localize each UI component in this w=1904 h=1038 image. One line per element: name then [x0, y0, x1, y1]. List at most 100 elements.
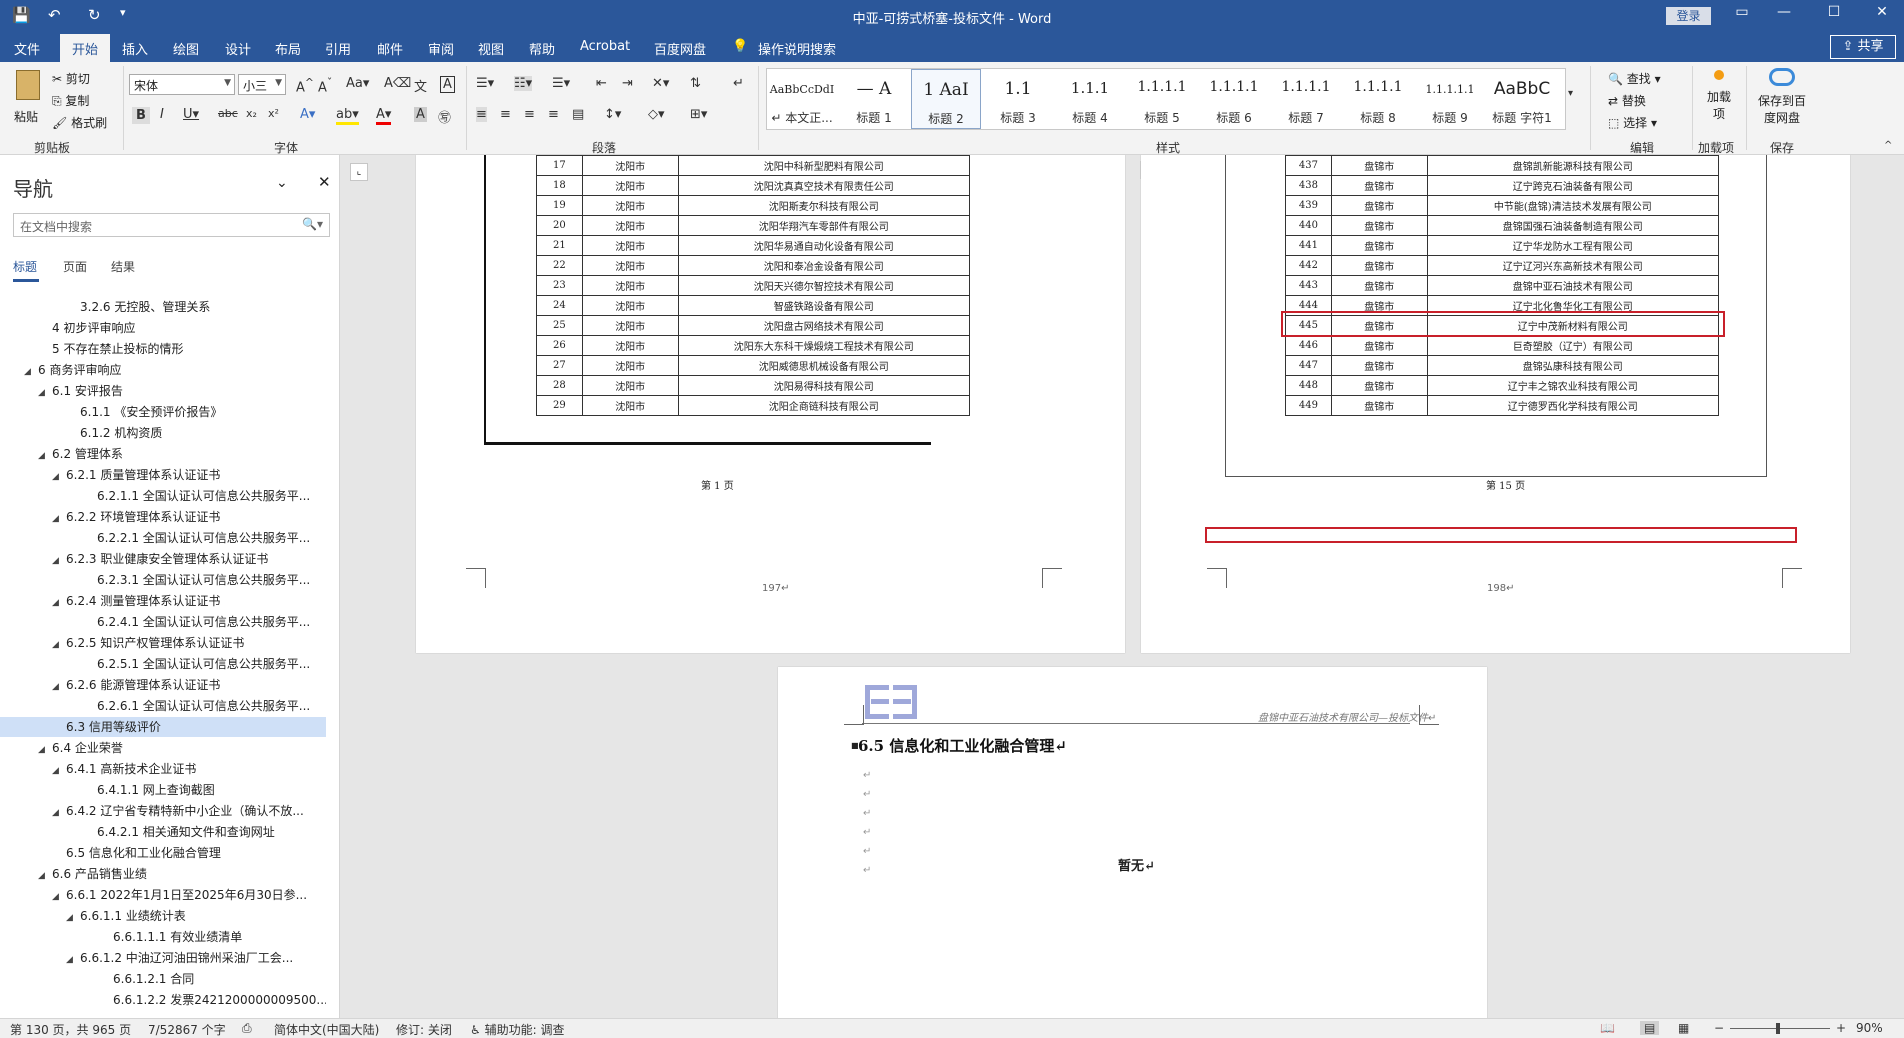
nav-tree-item[interactable]: 3.2.6 无控股、管理关系 [0, 297, 326, 317]
nav-tree-item[interactable]: ◢ 6.4.2 辽宁省专精特新中小企业（确认不放... [0, 801, 326, 821]
tab-design[interactable]: 设计 [225, 39, 251, 58]
nav-tree-item[interactable]: ◢ 6.2.3 职业健康安全管理体系认证证书 [0, 549, 326, 569]
section-heading[interactable]: 6.5 信息化和工业化融合管理↵ [858, 735, 1067, 756]
collapse-triangle-icon[interactable]: ◢ [52, 509, 66, 527]
nav-tree-item[interactable]: 6.4.1.1 网上查询截图 [0, 780, 326, 800]
nav-tree-item[interactable]: ◢ 6.1 安评报告 [0, 381, 326, 401]
char-shading-icon[interactable]: A [414, 107, 427, 122]
paste-button[interactable]: 粘贴 [10, 68, 46, 128]
zoom-out-icon[interactable]: − [1714, 1021, 1724, 1035]
nav-tree-item[interactable]: ◢ 6.6 产品销售业绩 [0, 864, 326, 884]
chevron-down-icon[interactable]: ⌄ [276, 175, 288, 191]
nav-tab-headings[interactable]: 标题 [13, 258, 37, 275]
nav-tree-item[interactable]: ◢ 6 商务评审响应 [0, 360, 326, 380]
zoom-slider[interactable] [1730, 1023, 1830, 1034]
style-heading-9[interactable]: 1.1.1.1.1 标题 9 [1415, 69, 1485, 129]
tell-me-search[interactable]: 操作说明搜索 [758, 39, 836, 58]
nav-tree-item[interactable]: 6.6.1.2.2 发票2421200000009500... [0, 990, 326, 1010]
chinese-layout-icon[interactable]: ✕▾ [652, 76, 669, 91]
collapse-triangle-icon[interactable]: ◢ [52, 551, 66, 569]
change-case-icon[interactable]: Aa▾ [346, 76, 369, 91]
grow-font-icon[interactable]: A^ [296, 76, 314, 95]
nav-tree-item[interactable]: ◢ 6.2 管理体系 [0, 444, 326, 464]
nav-tree-item[interactable]: 6.2.1.1 全国认证认可信息公共服务平... [0, 486, 326, 506]
nav-tree-item[interactable]: ◢ 6.6.1.1 业绩统计表 [0, 906, 326, 926]
nav-tree-item[interactable]: 6.4.2.1 相关通知文件和查询网址 [0, 822, 326, 842]
collapse-triangle-icon[interactable]: ◢ [38, 866, 52, 884]
sort-icon[interactable]: ⇅ [690, 76, 701, 91]
collapse-triangle-icon[interactable]: ◢ [38, 383, 52, 401]
decrease-indent-icon[interactable]: ⇤ [596, 76, 607, 91]
collapse-triangle-icon[interactable]: ◢ [52, 761, 66, 779]
increase-indent-icon[interactable]: ⇥ [622, 76, 633, 91]
nav-tree-item[interactable]: 6.2.6.1 全国认证认可信息公共服务平... [0, 696, 326, 716]
save-to-baidu-button[interactable]: 保存到百度网盘 [1754, 66, 1810, 136]
collapse-triangle-icon[interactable]: ◢ [66, 950, 80, 968]
search-icon[interactable]: 🔍▾ [302, 217, 323, 231]
zoom-slider-thumb[interactable] [1776, 1023, 1780, 1034]
clear-format-icon[interactable]: A⌫ [384, 76, 411, 91]
accessibility-status[interactable]: ♿ 辅助功能: 调查 [470, 1021, 564, 1038]
print-layout-icon[interactable]: ▤ [1640, 1021, 1660, 1035]
font-name-combo[interactable]: 宋体 ▼ [129, 74, 235, 95]
style-heading-5[interactable]: 1.1.1.1 标题 5 [1127, 69, 1197, 129]
styles-more-icon[interactable]: ▾ [1568, 88, 1573, 99]
collapse-triangle-icon[interactable]: ◢ [52, 887, 66, 905]
char-border-icon[interactable]: A [440, 76, 455, 93]
copy-button[interactable]: ⎘ 复制 [52, 92, 89, 109]
addins-button[interactable]: 加载项 [1700, 66, 1738, 136]
style-normal[interactable]: AaBbCcDdI ↵ 本文正... [767, 69, 837, 129]
collapse-triangle-icon[interactable]: ◢ [52, 467, 66, 485]
font-color-icon[interactable]: A▾ [376, 107, 392, 125]
collapse-triangle-icon[interactable]: ◢ [52, 677, 66, 695]
phonetic-guide-icon[interactable]: 文 [414, 76, 427, 95]
cut-button[interactable]: ✂ 剪切 [52, 70, 90, 87]
page-count[interactable]: 第 130 页，共 965 页 [10, 1021, 131, 1038]
font-size-combo[interactable]: 小三 ▼ [238, 74, 286, 95]
share-button[interactable]: ⇪ 共享 [1830, 35, 1896, 59]
show-marks-icon[interactable]: ↵ [733, 76, 744, 91]
nav-tree-item[interactable]: ◢ 6.2.5 知识产权管理体系认证证书 [0, 633, 326, 653]
collapse-triangle-icon[interactable]: ◢ [38, 446, 52, 464]
collapse-triangle-icon[interactable]: ◢ [52, 593, 66, 611]
tab-insert[interactable]: 插入 [122, 39, 148, 58]
tab-view[interactable]: 视图 [478, 39, 504, 58]
multilevel-list-icon[interactable]: ☰▾ [552, 76, 570, 91]
highlight-icon[interactable]: ab▾ [336, 107, 359, 125]
bold-icon[interactable]: B [132, 107, 150, 124]
bullets-icon[interactable]: ☰▾ [476, 76, 494, 91]
tab-home[interactable]: 开始 [60, 34, 111, 62]
nav-tab-results[interactable]: 结果 [111, 258, 135, 275]
nav-tree-item[interactable]: ◢ 6.2.6 能源管理体系认证证书 [0, 675, 326, 695]
collapse-triangle-icon[interactable]: ◢ [52, 635, 66, 653]
tab-mailings[interactable]: 邮件 [377, 39, 403, 58]
collapse-triangle-icon[interactable]: ◢ [52, 803, 66, 821]
tab-acrobat[interactable]: Acrobat [580, 39, 630, 54]
style-heading-3[interactable]: 1.1 标题 3 [983, 69, 1053, 129]
language-indicator[interactable]: 简体中文(中国大陆) [274, 1021, 379, 1038]
maximize-icon[interactable]: ☐ [1814, 4, 1854, 20]
minimize-icon[interactable]: — [1764, 4, 1804, 20]
zoom-level[interactable]: 90% [1856, 1021, 1883, 1035]
nav-tree-item[interactable]: ◢ 6.2.1 质量管理体系认证证书 [0, 465, 326, 485]
nav-tree-item[interactable]: 6.1.2 机构资质 [0, 423, 326, 443]
nav-tree-item[interactable]: 6.2.2.1 全国认证认可信息公共服务平... [0, 528, 326, 548]
nav-tree-item[interactable]: 6.2.5.1 全国认证认可信息公共服务平... [0, 654, 326, 674]
zoom-in-icon[interactable]: + [1836, 1021, 1846, 1035]
tab-selector[interactable]: ⌞ [350, 163, 368, 181]
tab-baidu-netdisk[interactable]: 百度网盘 [654, 39, 706, 58]
justify-icon[interactable]: ≡ [548, 107, 559, 122]
enclose-char-icon[interactable]: ㊢ [438, 107, 451, 126]
nav-tree-item[interactable]: 6.2.3.1 全国认证认可信息公共服务平... [0, 570, 326, 590]
nav-tab-pages[interactable]: 页面 [63, 258, 87, 275]
tab-references[interactable]: 引用 [325, 39, 351, 58]
italic-icon[interactable]: I [160, 107, 164, 122]
nav-tree-item[interactable]: 6.2.4.1 全国认证认可信息公共服务平... [0, 612, 326, 632]
nav-tree-item[interactable]: 6.6.1.1.1 有效业绩清单 [0, 927, 326, 947]
style-heading-char[interactable]: AaBbC 标题 字符1 [1487, 69, 1557, 129]
align-left-icon[interactable]: ≡ [476, 107, 487, 122]
tab-review[interactable]: 审阅 [428, 39, 454, 58]
replace-button[interactable]: ⇄ 替换 [1608, 92, 1646, 109]
nav-tree-item[interactable]: ◢ 6.6.1.2 中油辽河油田锦州采油厂工会... [0, 948, 326, 968]
no-content-text[interactable]: 暂无↵ [1118, 855, 1155, 874]
